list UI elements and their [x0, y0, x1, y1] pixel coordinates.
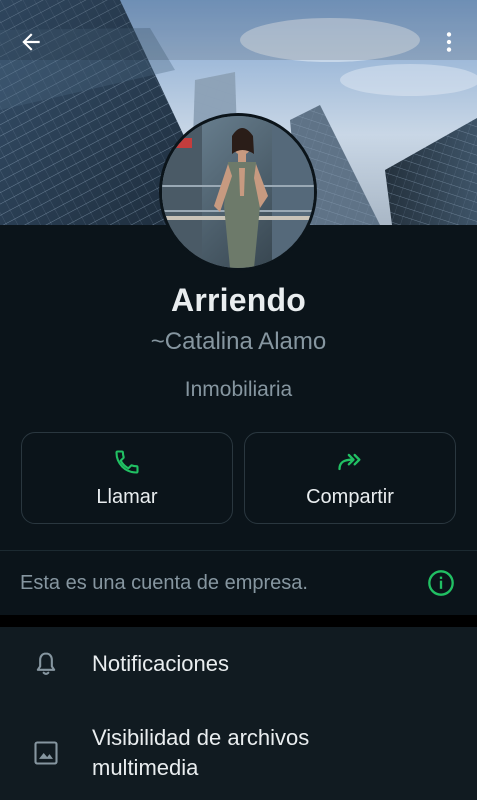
profile-avatar[interactable] — [159, 113, 317, 271]
profile-name: Arriendo — [171, 282, 306, 318]
more-options-button[interactable] — [427, 20, 471, 64]
image-icon — [34, 741, 58, 765]
share-button[interactable]: Compartir — [244, 432, 456, 524]
profile-push-name: ~Catalina Alamo — [150, 328, 327, 355]
business-account-notice[interactable]: Esta es una cuenta de empresa. — [0, 551, 477, 615]
media-visibility-label: Visibilidad de archivos multimedia — [92, 725, 310, 780]
media-visibility-item[interactable]: Visibilidad de archivos multimedia — [0, 717, 477, 789]
phone-icon — [115, 449, 139, 474]
arrow-left-icon — [22, 33, 40, 51]
business-account-text: Esta es una cuenta de empresa. — [20, 571, 308, 594]
info-icon[interactable] — [427, 569, 455, 597]
bell-icon — [36, 652, 56, 675]
forward-icon — [338, 453, 361, 470]
call-button-label: Llamar — [96, 485, 158, 508]
avatar-photo — [162, 116, 314, 268]
more-vertical-icon — [446, 32, 452, 52]
section-separator — [0, 615, 477, 627]
notifications-item[interactable]: Notificaciones — [0, 627, 477, 701]
back-button[interactable] — [9, 20, 53, 64]
business-category: Inmobiliaria — [184, 378, 293, 401]
call-button[interactable]: Llamar — [21, 432, 233, 524]
settings-list: Notificaciones Visibilidad de archivos m… — [0, 627, 477, 800]
share-button-label: Compartir — [306, 485, 394, 508]
notifications-label: Notificaciones — [92, 651, 229, 676]
